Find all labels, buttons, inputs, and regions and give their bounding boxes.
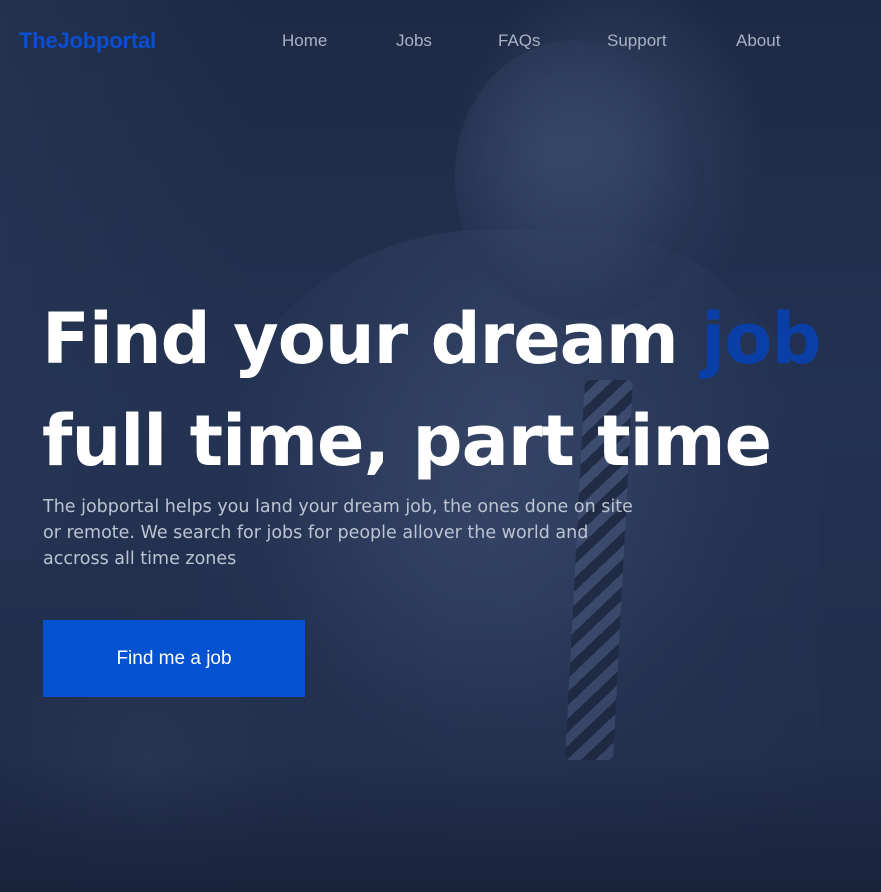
headline-line-1: Find your dream job [42,288,821,390]
hero-section: TheJobportal Home Jobs FAQs Support Abou… [0,0,881,892]
hero-headline: Find your dream job full time, part time [42,288,821,492]
nav-link-faqs[interactable]: FAQs [498,31,541,51]
nav-link-home[interactable]: Home [282,31,327,51]
headline-prefix: Find your dream [42,298,679,380]
site-logo[interactable]: TheJobportal [19,28,156,54]
background-photo-desk [0,760,881,892]
hero-description: The jobportal helps you land your dream … [43,497,633,569]
headline-line-2: full time, part time [42,400,772,482]
headline-accent-word: job [701,298,821,380]
nav-link-jobs[interactable]: Jobs [396,31,432,51]
find-job-button[interactable]: Find me a job [43,620,305,697]
nav-link-support[interactable]: Support [607,31,667,51]
top-navigation: TheJobportal Home Jobs FAQs Support Abou… [0,0,881,84]
nav-link-about[interactable]: About [736,31,780,51]
